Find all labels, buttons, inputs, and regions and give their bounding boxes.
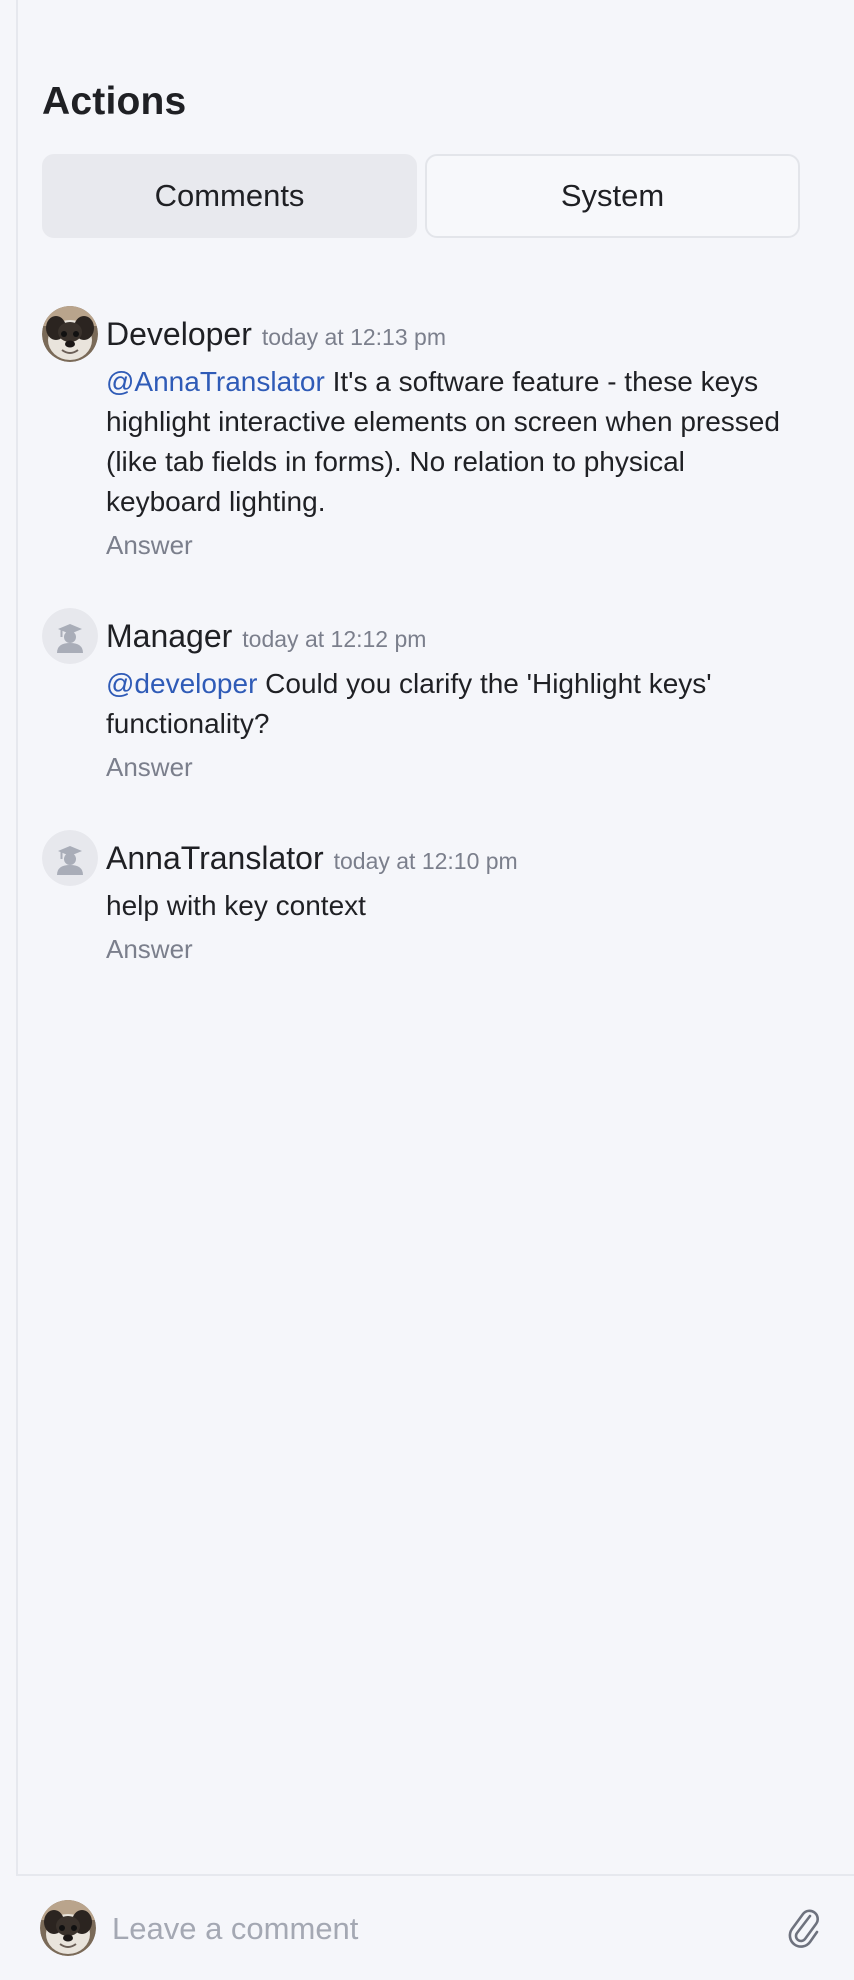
mention-link[interactable]: @AnnaTranslator xyxy=(106,366,325,397)
tab-comments[interactable]: Comments xyxy=(42,154,417,238)
comment-item: AnnaTranslator today at 12:10 pm help wi… xyxy=(42,830,812,968)
answer-button[interactable]: Answer xyxy=(106,526,812,564)
tab-system[interactable]: System xyxy=(425,154,800,238)
current-user-avatar xyxy=(40,1900,96,1956)
comment-author[interactable]: AnnaTranslator xyxy=(106,830,324,886)
graduate-placeholder-avatar xyxy=(42,830,98,886)
comment-input[interactable] xyxy=(110,1896,674,1962)
comment-body: help with key context xyxy=(106,886,806,926)
comment-header: AnnaTranslator today at 12:10 pm xyxy=(106,830,812,886)
comment-item: Developer today at 12:13 pm @AnnaTransla… xyxy=(42,306,812,564)
comment-header: Developer today at 12:13 pm xyxy=(106,306,812,362)
page-title: Actions xyxy=(42,80,187,123)
comment-timestamp: today at 12:10 pm xyxy=(333,848,518,874)
comment-timestamp: today at 12:12 pm xyxy=(242,626,427,652)
graduate-placeholder-avatar xyxy=(42,608,98,664)
answer-button[interactable]: Answer xyxy=(106,930,812,968)
comment-text: help with key context xyxy=(106,890,366,921)
comment-timestamp: today at 12:13 pm xyxy=(261,324,446,350)
paperclip-icon[interactable] xyxy=(780,1904,828,1952)
comment-author[interactable]: Developer xyxy=(106,306,252,362)
comment-item: Manager today at 12:12 pm @developer Cou… xyxy=(42,608,812,786)
comment-author[interactable]: Manager xyxy=(106,608,232,664)
comment-body: @developer Could you clarify the 'Highli… xyxy=(106,664,806,744)
mention-link[interactable]: @developer xyxy=(106,668,257,699)
comment-composer xyxy=(16,1874,854,1980)
comment-list: Developer today at 12:13 pm @AnnaTransla… xyxy=(42,306,812,1012)
comment-header: Manager today at 12:12 pm xyxy=(106,608,812,664)
dog-photo-avatar xyxy=(42,306,98,362)
tab-bar: Comments System xyxy=(42,154,800,238)
answer-button[interactable]: Answer xyxy=(106,748,812,786)
comment-body: @AnnaTranslator It's a software feature … xyxy=(106,362,806,522)
